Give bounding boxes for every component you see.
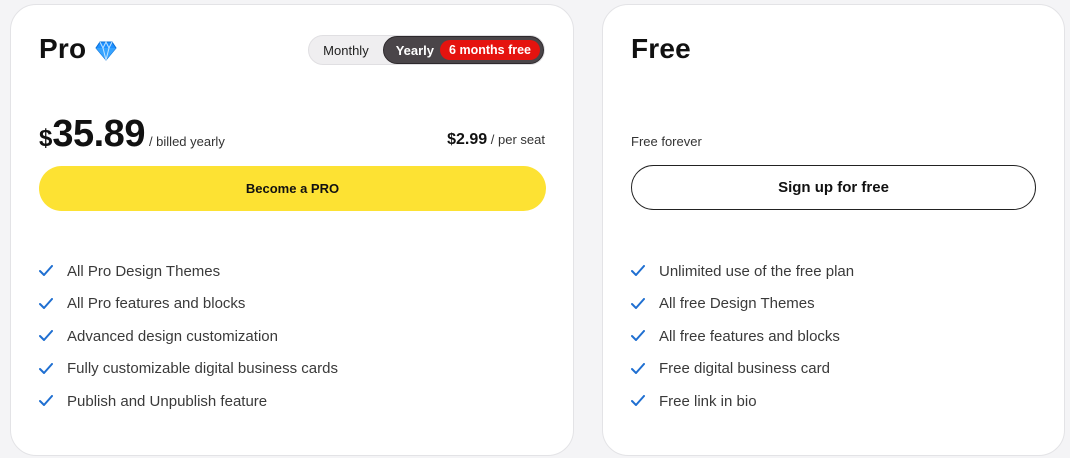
feature-label: All Pro Design Themes (67, 262, 221, 280)
list-item: Free digital business card (631, 353, 854, 386)
diamond-gem-icon (95, 41, 117, 61)
seat-price-unit: / per seat (490, 132, 545, 147)
price-currency: $ (39, 125, 53, 152)
feature-label: Free link in bio (659, 392, 757, 410)
feature-label: Free digital business card (659, 360, 830, 378)
check-icon (39, 265, 53, 277)
feature-label: All free Design Themes (659, 295, 815, 313)
per-seat-price: $2.99 / per seat (447, 131, 545, 149)
list-item: Advanced design customization (39, 320, 338, 353)
pro-price: $ 35.89 / billed yearly (39, 113, 225, 156)
check-icon (631, 297, 645, 309)
list-item: Fully customizable digital business card… (39, 353, 338, 386)
feature-label: Advanced design customization (67, 327, 278, 345)
feature-label: All Pro features and blocks (67, 295, 246, 313)
toggle-monthly[interactable]: Monthly (309, 43, 383, 58)
free-plan-subtitle: Free forever (631, 134, 702, 149)
check-icon (631, 330, 645, 342)
pro-plan-card: Pro Monthly Yearly 6 months free $ 35.89… (10, 4, 574, 456)
list-item: Unlimited use of the free plan (631, 255, 854, 288)
seat-price-value: $2.99 (447, 131, 488, 148)
feature-label: Publish and Unpublish feature (67, 392, 268, 410)
pro-feature-list: All Pro Design Themes All Pro features a… (39, 255, 338, 418)
free-plan-card: Free Free forever Sign up for free Unlim… (602, 4, 1065, 456)
price-amount: 35.89 (52, 113, 145, 155)
list-item: Publish and Unpublish feature (39, 385, 338, 418)
pro-plan-title: Pro (39, 33, 87, 64)
toggle-yearly-label: Yearly (395, 42, 435, 58)
promo-badge: 6 months free (440, 40, 540, 60)
feature-label: Unlimited use of the free plan (659, 262, 855, 280)
list-item: All free features and blocks (631, 320, 854, 353)
free-plan-title: Free (631, 33, 691, 64)
list-item: Free link in bio (631, 385, 854, 418)
list-item: All Pro Design Themes (39, 255, 338, 288)
check-icon (39, 297, 53, 309)
check-icon (631, 362, 645, 374)
feature-label: All free features and blocks (659, 327, 840, 345)
check-icon (39, 362, 53, 374)
feature-label: Fully customizable digital business card… (67, 360, 338, 378)
free-feature-list: Unlimited use of the free plan All free … (631, 255, 854, 418)
check-icon (39, 330, 53, 342)
toggle-yearly[interactable]: Yearly 6 months free (382, 36, 544, 64)
billing-period-toggle[interactable]: Monthly Yearly 6 months free (308, 35, 545, 65)
check-icon (631, 395, 645, 407)
list-item: All Pro features and blocks (39, 288, 338, 321)
become-pro-button[interactable]: Become a PRO (39, 166, 546, 211)
list-item: All free Design Themes (631, 288, 854, 321)
check-icon (39, 395, 53, 407)
sign-up-free-button[interactable]: Sign up for free (631, 165, 1036, 210)
check-icon (631, 265, 645, 277)
price-period: / billed yearly (148, 134, 225, 149)
